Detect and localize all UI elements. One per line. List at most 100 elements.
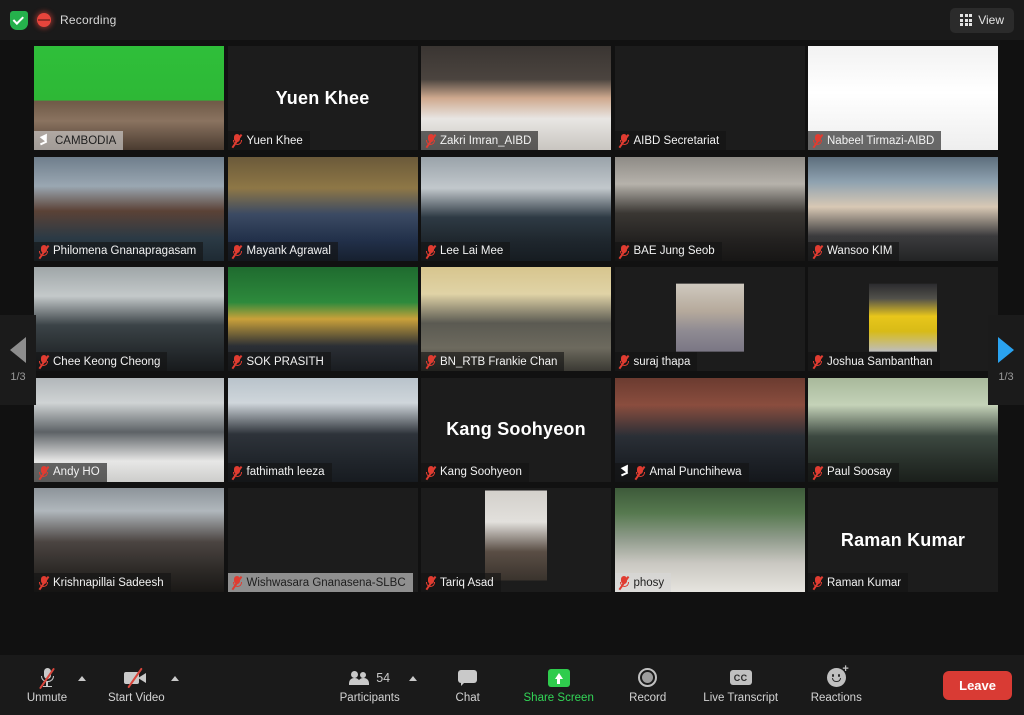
microphone-muted-icon [425,465,436,480]
encryption-shield-icon[interactable] [10,10,28,30]
participant-tile[interactable]: Mayank Agrawal [227,156,418,261]
page-indicator-left: 1/3 [10,371,26,383]
participant-name-bar: Wansoo KIM [808,241,900,261]
participant-name-bar: Mayank Agrawal [227,241,338,261]
grid-view-icon [960,14,973,26]
participant-name-label: SOK PRASITH [246,355,324,368]
participant-name-label: AIBD Secretariat [633,134,720,147]
reactions-label: Reactions [810,691,862,704]
participant-avatar [675,283,744,352]
participant-name-bar: Yuen Khee [227,131,310,150]
microphone-muted-icon [231,244,243,259]
participant-name-bar: SOK PRASITH [227,352,331,371]
participant-tile[interactable]: CAMBODIA [34,46,224,150]
participant-tile[interactable]: Paul Soosay [808,377,998,482]
participant-tile[interactable]: Lee Lai Mee [421,156,611,261]
people-icon: 54 [349,667,390,689]
participant-name-label: Andy HO [53,466,100,478]
participants-count: 54 [376,670,391,685]
microphone-muted-icon [231,354,243,370]
participant-tile[interactable]: Yuen Khee Yuen Khee [227,46,418,150]
participant-name-bar: Krishnapillai Sadeesh [34,573,171,592]
share-screen-button[interactable]: Share Screen [519,655,599,715]
participant-name-bar: Zakri Imran_AIBD [421,131,539,150]
reactions-button[interactable]: + Reactions [807,655,866,715]
participant-name-label: Amal Punchihewa [649,466,742,478]
record-circle-icon [638,667,658,689]
previous-page-button[interactable]: 1/3 [0,315,36,405]
participant-name-label: phosy [633,576,665,589]
microphone-muted-icon [812,354,823,370]
participant-name-bar: AIBD Secretariat [614,131,727,150]
live-transcript-button[interactable]: CC Live Transcript [697,655,785,715]
microphone-muted-icon [425,244,436,259]
participant-name-label: Zakri Imran_AIBD [440,134,532,147]
participant-name-bar: Nabeel Tirmazi-AIBD [808,131,942,150]
participant-tile[interactable]: phosy [614,488,805,592]
participant-tile[interactable]: Tariq Asad [421,488,611,592]
recording-label: Recording [60,13,117,27]
participant-tile[interactable]: Philomena Gnanapragasam [34,156,224,261]
video-options-chevron-up-icon[interactable] [170,675,179,681]
microphone-muted-icon [425,354,436,370]
participant-tile[interactable]: BN_RTB Frankie Chan [421,267,611,371]
closed-caption-icon: CC [729,667,752,689]
participant-name-bar: Amal Punchihewa [614,462,749,482]
page-indicator-right: 1/3 [998,371,1014,383]
participant-name-label: BN_RTB Frankie Chan [440,355,558,368]
microphone-muted-icon [812,133,823,149]
share-screen-icon [547,667,570,689]
participant-tile[interactable]: Zakri Imran_AIBD [421,46,611,150]
participant-tile[interactable]: Chee Keong Cheong [34,267,224,371]
participant-tile[interactable]: suraj thapa [614,267,805,371]
participant-name-bar: suraj thapa [614,352,698,371]
start-video-button[interactable]: Start Video [104,655,169,715]
participant-name-bar: Lee Lai Mee [421,241,511,261]
audio-options-chevron-up-icon[interactable] [78,675,86,681]
unmute-button[interactable]: Unmute [18,655,76,715]
participant-tile[interactable]: Andy HO [34,377,224,482]
participant-tile[interactable]: Raman Kumar Raman Kumar [808,488,998,592]
participant-tile[interactable]: Amal Punchihewa [614,377,805,482]
participant-name-label: Lee Lai Mee [440,245,504,257]
recording-indicator-icon[interactable] [37,13,51,27]
chat-button[interactable]: Chat [439,655,497,715]
participant-name-label: Chee Keong Cheong [53,355,161,368]
view-controls: View [950,7,1024,33]
microphone-muted-icon [618,244,630,259]
participant-tile[interactable]: Nabeel Tirmazi-AIBD [808,46,998,150]
chat-label: Chat [455,691,480,704]
microphone-muted-icon [618,354,630,370]
smiley-reactions-icon: + [826,664,849,689]
participant-name-label: fathimath leeza [246,466,325,478]
participant-tile[interactable]: fathimath leeza [227,377,418,482]
participant-tile[interactable]: AIBD Secretariat [614,46,805,150]
participant-name-label: Philomena Gnanapragasam [53,245,197,257]
participants-options-chevron-up-icon[interactable] [408,675,417,681]
microphone-muted-icon [812,575,823,591]
participant-tile[interactable]: Wansoo KIM [808,156,998,261]
view-button[interactable]: View [950,7,1014,33]
participant-tile[interactable]: Kang Soohyeon Kang Soohyeon [421,377,611,482]
participants-button[interactable]: 54 Participants [333,655,407,715]
microphone-muted-icon [425,133,436,149]
participant-tile[interactable]: BAE Jung Seob [614,156,805,261]
participant-name-label: Mayank Agrawal [246,245,331,257]
microphone-muted-icon [231,465,243,480]
participant-tile[interactable]: Krishnapillai Sadeesh [34,488,224,592]
next-page-button[interactable]: 1/3 [988,315,1024,405]
participant-tile[interactable]: Wishwasara Gnanasena-SLBC [227,488,418,592]
participant-name-label: Wansoo KIM [827,245,893,257]
leave-button[interactable]: Leave [943,670,1012,700]
participant-tile[interactable]: SOK PRASITH [227,267,418,371]
pin-icon [620,466,631,478]
participant-tile[interactable]: Joshua Sambanthan [808,267,998,371]
record-button[interactable]: Record [619,655,677,715]
microphone-muted-icon [634,465,646,480]
microphone-muted-icon [618,133,630,149]
participant-name-bar: fathimath leeza [227,462,332,482]
microphone-muted-icon [812,244,823,259]
participant-name-bar: Andy HO [34,462,107,482]
participant-name-label: Tariq Asad [440,576,494,589]
participant-avatar [869,283,937,352]
